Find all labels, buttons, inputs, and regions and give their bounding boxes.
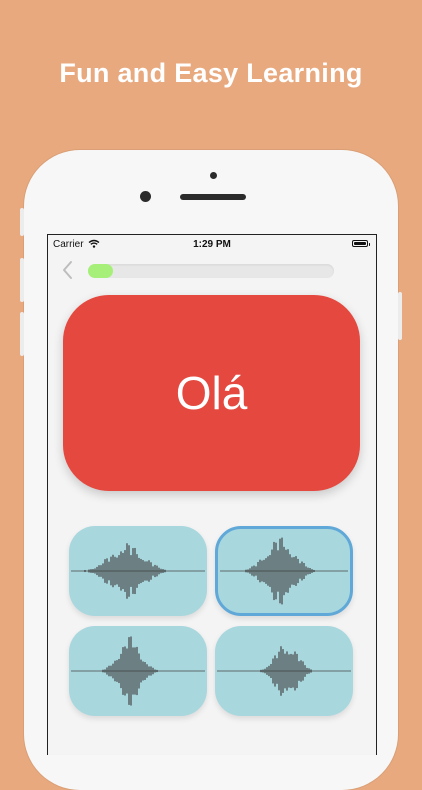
- mute-switch: [20, 208, 24, 236]
- back-chevron-icon[interactable]: [60, 259, 76, 281]
- waveform-icon: [71, 636, 205, 706]
- waveform-icon: [217, 646, 351, 696]
- headline: Fun and Easy Learning: [59, 58, 363, 88]
- battery-icon: [352, 240, 370, 247]
- audio-option-2[interactable]: [215, 526, 353, 616]
- earpiece-speaker: [180, 194, 246, 200]
- front-camera: [140, 191, 151, 202]
- status-bar: Carrier 1:29 PM: [48, 235, 376, 253]
- clock: 1:29 PM: [193, 239, 231, 250]
- volume-down-button: [20, 312, 24, 356]
- lesson-progress-bar: [88, 264, 334, 278]
- word-card: Olá: [63, 295, 360, 491]
- volume-up-button: [20, 258, 24, 302]
- proximity-sensor: [210, 172, 217, 179]
- audio-option-3[interactable]: [69, 626, 207, 716]
- progress-fill: [88, 264, 113, 278]
- app-screen: Carrier 1:29 PM Olá: [47, 234, 377, 755]
- waveform-icon: [71, 543, 205, 599]
- audio-option-4[interactable]: [215, 626, 353, 716]
- waveform-icon: [220, 537, 348, 605]
- audio-option-1[interactable]: [69, 526, 207, 616]
- power-button: [398, 292, 402, 340]
- word-text: Olá: [175, 367, 248, 419]
